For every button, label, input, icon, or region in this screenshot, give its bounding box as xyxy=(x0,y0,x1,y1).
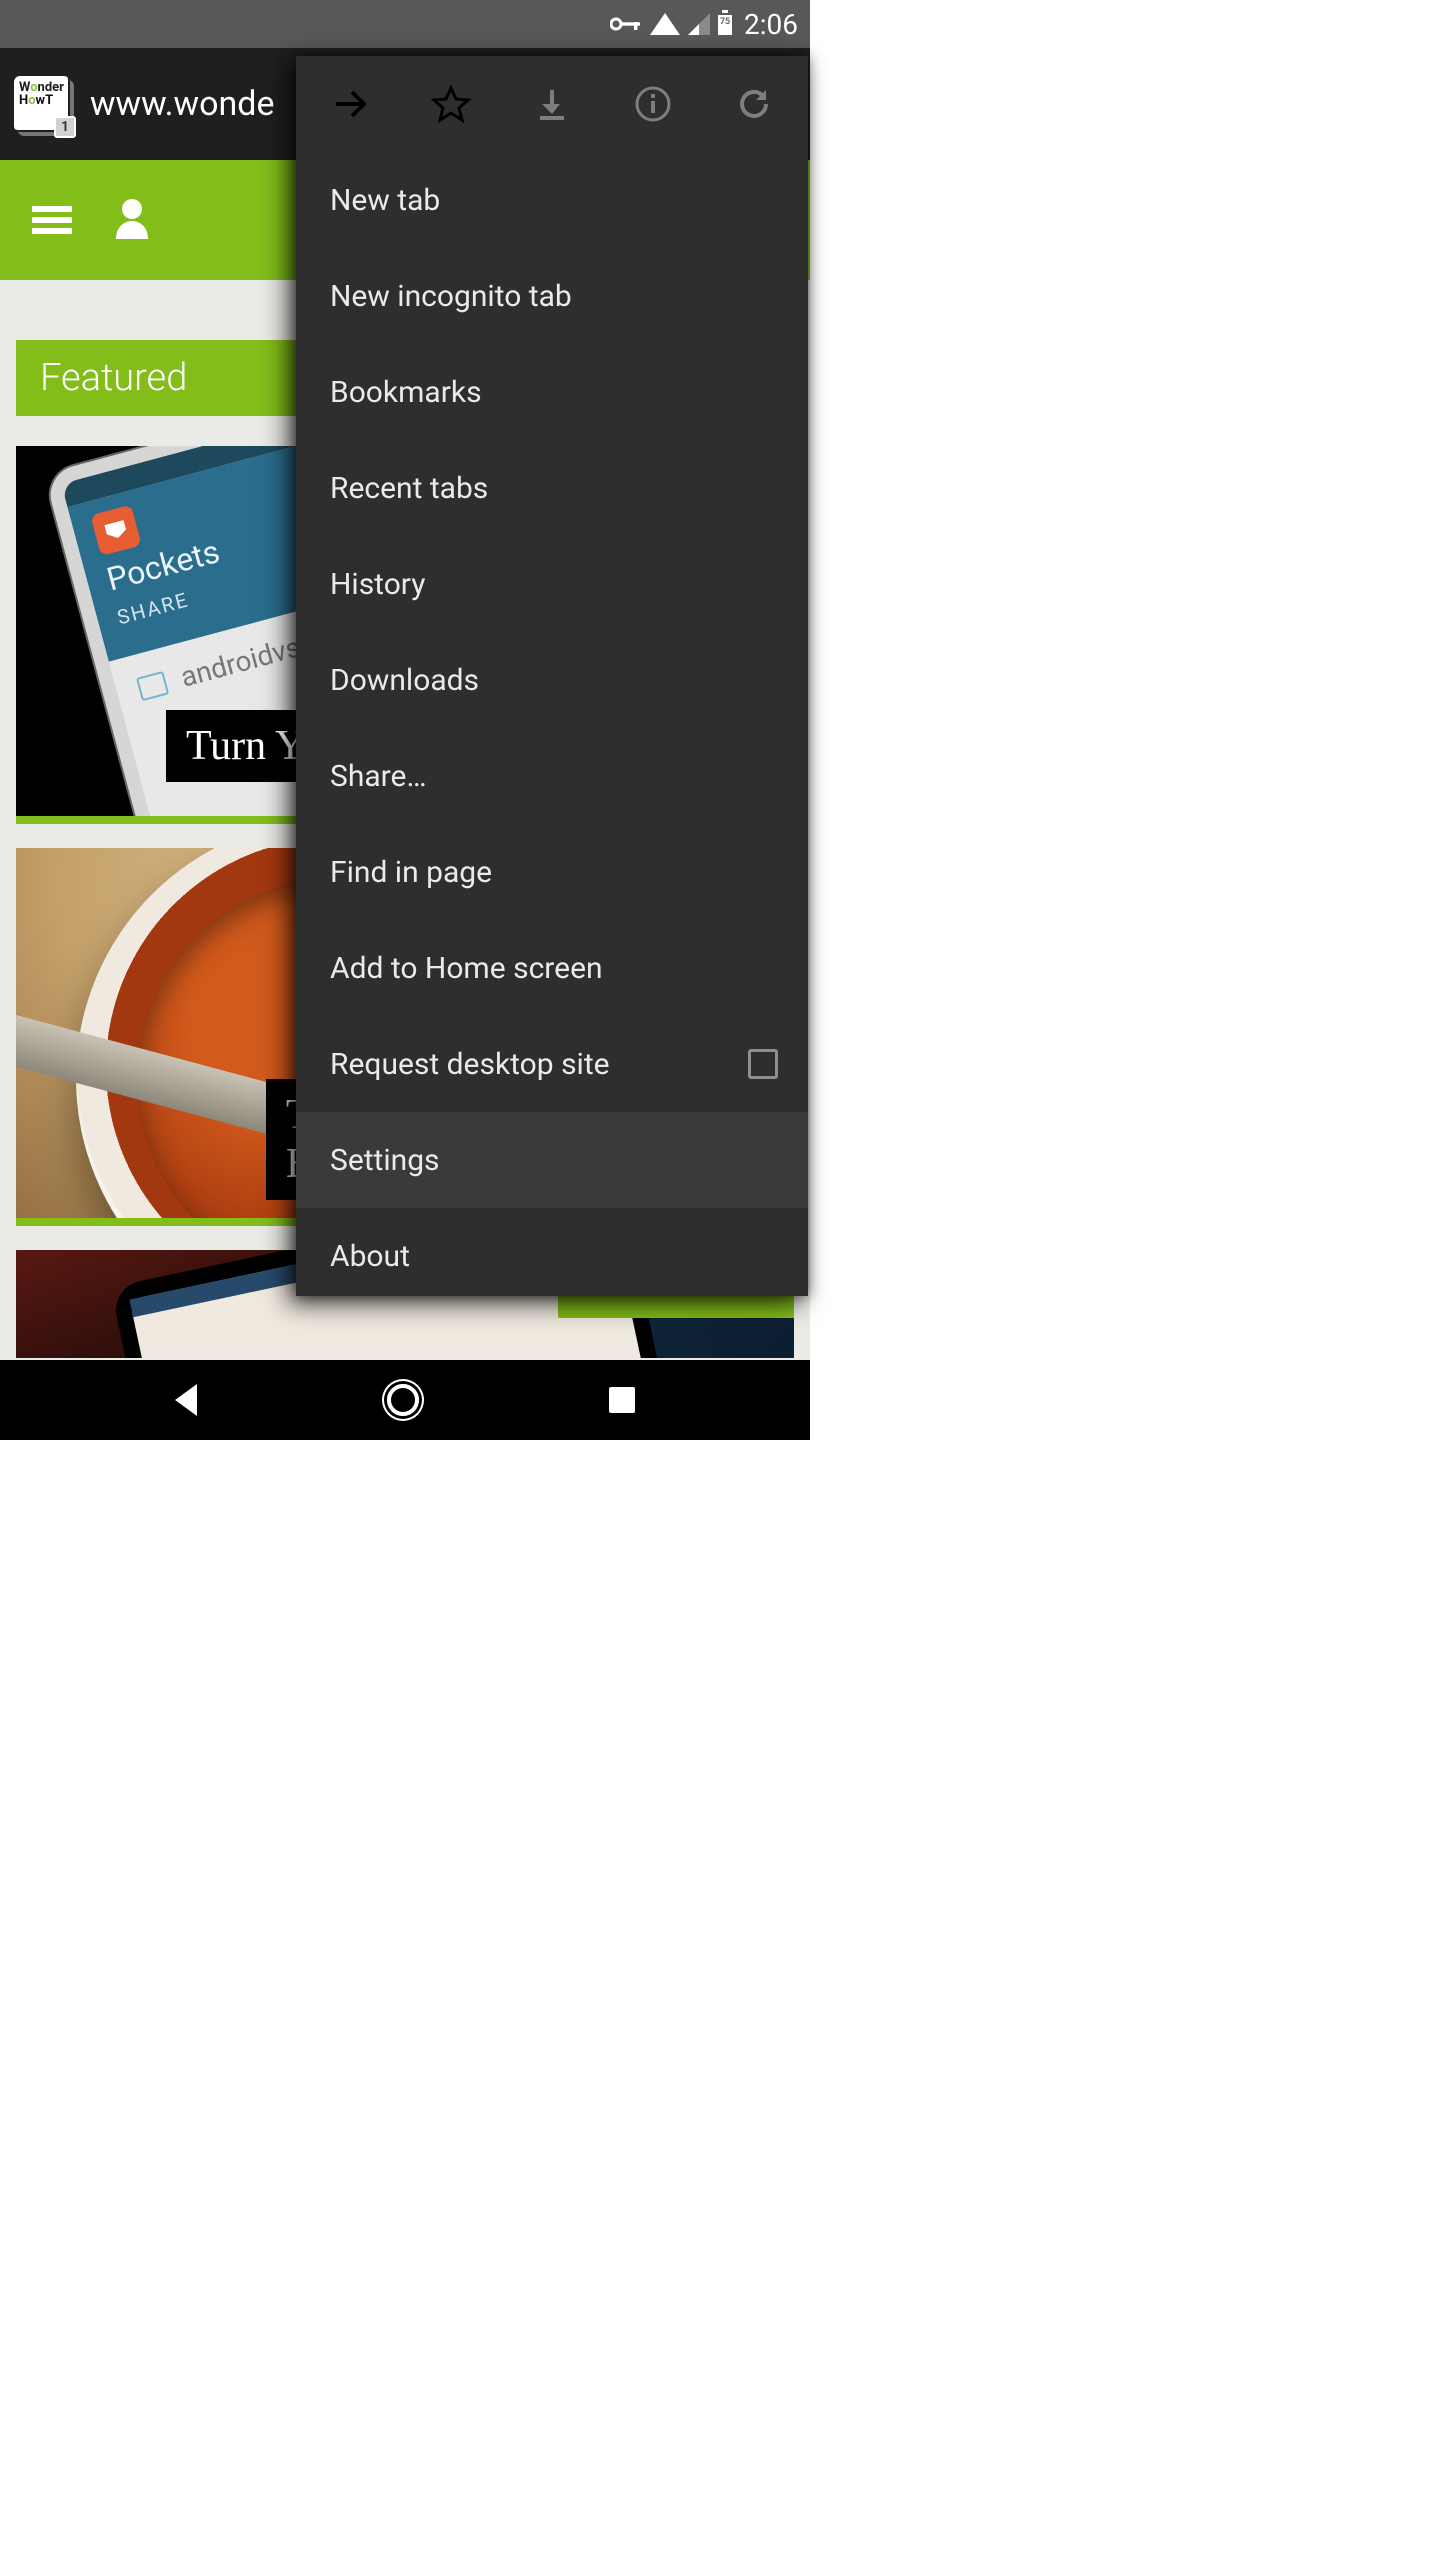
menu-item-new-tab[interactable]: New tab xyxy=(296,152,808,248)
desktop-site-checkbox[interactable] xyxy=(748,1049,778,1079)
menu-item-request-desktop-site[interactable]: Request desktop site xyxy=(296,1016,808,1112)
tabs-button[interactable]: Wonder HowT 1 xyxy=(14,76,70,132)
menu-item-find-in-page[interactable]: Find in page xyxy=(296,824,808,920)
browser-overflow-menu: New tab New incognito tab Bookmarks Rece… xyxy=(296,56,808,1296)
menu-icon-row xyxy=(296,56,808,152)
site-account-icon[interactable] xyxy=(112,197,152,243)
android-nav-bar xyxy=(0,1360,810,1440)
tab-count-badge: 1 xyxy=(54,116,76,138)
nav-recents-button[interactable] xyxy=(609,1387,635,1413)
menu-item-bookmarks[interactable]: Bookmarks xyxy=(296,344,808,440)
vpn-key-icon xyxy=(610,16,642,32)
menu-item-about[interactable]: About xyxy=(296,1208,808,1304)
menu-item-add-to-home-screen[interactable]: Add to Home screen xyxy=(296,920,808,1016)
page-info-icon[interactable] xyxy=(607,56,699,152)
menu-item-downloads[interactable]: Downloads xyxy=(296,632,808,728)
clock: 2:06 xyxy=(744,8,798,41)
download-icon[interactable] xyxy=(506,56,598,152)
menu-item-share[interactable]: Share… xyxy=(296,728,808,824)
nav-back-button[interactable] xyxy=(175,1384,197,1416)
menu-item-recent-tabs[interactable]: Recent tabs xyxy=(296,440,808,536)
site-menu-button[interactable] xyxy=(32,206,72,234)
menu-item-new-incognito-tab[interactable]: New incognito tab xyxy=(296,248,808,344)
file-image-icon xyxy=(136,670,169,700)
wifi-icon xyxy=(650,13,680,35)
menu-item-history[interactable]: History xyxy=(296,536,808,632)
refresh-icon[interactable] xyxy=(708,56,800,152)
cellular-signal-icon xyxy=(688,13,710,35)
menu-item-settings[interactable]: Settings xyxy=(296,1112,808,1208)
bookmark-star-icon[interactable] xyxy=(405,56,497,152)
url-bar[interactable]: www.wonde xyxy=(90,84,274,124)
android-status-bar: 75 2:06 xyxy=(0,0,810,48)
battery-level: 75 xyxy=(718,17,732,27)
battery-icon: 75 xyxy=(718,13,732,35)
forward-icon[interactable] xyxy=(304,56,396,152)
nav-home-button[interactable] xyxy=(387,1384,419,1416)
